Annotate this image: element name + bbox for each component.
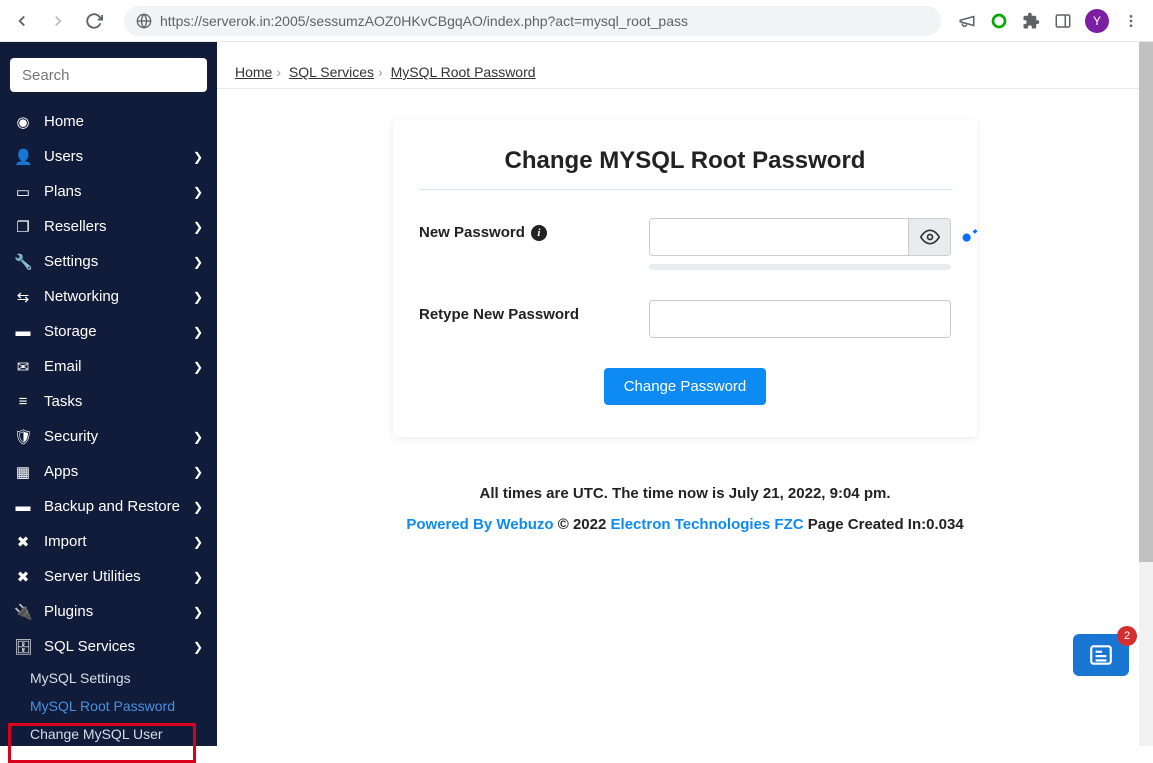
eye-icon — [920, 227, 940, 247]
chevron-right-icon: ❯ — [193, 325, 203, 339]
tools-icon: ✖ — [14, 533, 32, 551]
card-icon: ▭ — [14, 183, 32, 201]
generate-key-icon[interactable] — [961, 226, 979, 249]
divider — [419, 189, 951, 190]
chevron-right-icon: ❯ — [193, 640, 203, 654]
news-float-button[interactable]: 2 — [1073, 634, 1129, 676]
search-input[interactable] — [10, 58, 207, 92]
database-icon: 🗄 — [14, 638, 32, 656]
plug-icon: 🔌 — [14, 603, 32, 621]
nav-networking[interactable]: ⇆Networking❯ — [0, 279, 217, 314]
card-title: Change MYSQL Root Password — [419, 147, 951, 175]
nav-tasks[interactable]: ≡Tasks — [0, 384, 217, 419]
sub-change-mysql-user[interactable]: Change MySQL User — [0, 720, 217, 748]
reload-button[interactable] — [80, 7, 108, 35]
password-card: Change MYSQL Root Password New Password … — [393, 119, 977, 437]
globe-icon — [136, 13, 152, 29]
stack-icon: ❐ — [14, 218, 32, 236]
chevron-right-icon: ❯ — [193, 220, 203, 234]
backup-icon: ▬ — [14, 498, 32, 515]
info-icon[interactable]: i — [531, 225, 547, 241]
nav-plans[interactable]: ▭Plans❯ — [0, 174, 217, 209]
breadcrumb-home[interactable]: Home — [235, 64, 272, 80]
retype-password-label: Retype New Password — [419, 300, 649, 323]
nav-apps[interactable]: ▦Apps❯ — [0, 454, 217, 489]
nav-import[interactable]: ✖Import❯ — [0, 524, 217, 559]
nav-backup[interactable]: ▬Backup and Restore❯ — [0, 489, 217, 524]
tools-icon: ✖ — [14, 568, 32, 586]
announce-icon[interactable] — [957, 11, 977, 31]
new-password-input[interactable] — [649, 218, 909, 256]
mail-icon: ✉ — [14, 358, 32, 376]
chevron-right-icon: ❯ — [193, 185, 203, 199]
chevron-right-icon: ❯ — [193, 605, 203, 619]
change-password-button[interactable]: Change Password — [604, 368, 767, 405]
circle-ext-icon[interactable] — [989, 11, 1009, 31]
breadcrumb-current[interactable]: MySQL Root Password — [391, 64, 536, 80]
sub-mysql-settings[interactable]: MySQL Settings — [0, 664, 217, 692]
sidebar: ◉Home 👤Users❯ ▭Plans❯ ❐Resellers❯ 🔧Setti… — [0, 42, 217, 746]
nav-plugins[interactable]: 🔌Plugins❯ — [0, 594, 217, 629]
time-text: All times are UTC. The time now is July … — [406, 485, 963, 502]
password-strength-bar — [649, 264, 951, 270]
chevron-right-icon: ❯ — [193, 255, 203, 269]
profile-avatar[interactable]: Y — [1085, 9, 1109, 33]
chevron-right-icon: ❯ — [193, 430, 203, 444]
breadcrumb-sql[interactable]: SQL Services — [289, 64, 374, 80]
chevron-right-icon: ❯ — [193, 500, 203, 514]
nav-sql[interactable]: 🗄SQL Services❯ — [0, 629, 217, 664]
retype-password-input[interactable] — [649, 300, 951, 338]
extensions-icon[interactable] — [1021, 11, 1041, 31]
footer: All times are UTC. The time now is July … — [406, 485, 963, 547]
news-icon — [1088, 642, 1114, 668]
nav-settings[interactable]: 🔧Settings❯ — [0, 244, 217, 279]
network-icon: ⇆ — [14, 288, 32, 306]
main-content: Home› SQL Services› MySQL Root Password … — [217, 42, 1153, 746]
sub-mysql-root-password[interactable]: MySQL Root Password — [0, 692, 217, 720]
url-text: https://serverok.in:2005/sessumzAOZ0HKvC… — [160, 13, 929, 29]
wrench-icon: 🔧 — [14, 253, 32, 271]
panel-icon[interactable] — [1053, 11, 1073, 31]
nav-resellers[interactable]: ❐Resellers❯ — [0, 209, 217, 244]
nav-email[interactable]: ✉Email❯ — [0, 349, 217, 384]
company-link[interactable]: Electron Technologies FZC — [611, 516, 804, 533]
notification-badge: 2 — [1117, 626, 1137, 646]
powered-by-link[interactable]: Powered By Webuzo — [406, 516, 553, 533]
scrollbar-thumb[interactable] — [1139, 42, 1153, 562]
chevron-right-icon: ❯ — [193, 465, 203, 479]
nav-home[interactable]: ◉Home — [0, 104, 217, 139]
chevron-right-icon: ❯ — [193, 150, 203, 164]
forward-button[interactable] — [44, 7, 72, 35]
address-bar[interactable]: https://serverok.in:2005/sessumzAOZ0HKvC… — [124, 6, 941, 36]
back-button[interactable] — [8, 7, 36, 35]
toggle-visibility-button[interactable] — [909, 218, 951, 256]
nav-storage[interactable]: ▬Storage❯ — [0, 314, 217, 349]
list-icon: ≡ — [14, 393, 32, 410]
chevron-right-icon: ❯ — [193, 535, 203, 549]
dashboard-icon: ◉ — [14, 113, 32, 131]
nav-list: ◉Home 👤Users❯ ▭Plans❯ ❐Resellers❯ 🔧Setti… — [0, 104, 217, 748]
user-icon: 👤 — [14, 148, 32, 166]
grid-icon: ▦ — [14, 463, 32, 481]
drive-icon: ▬ — [14, 323, 32, 340]
menu-icon[interactable] — [1121, 11, 1141, 31]
sidebar-search — [10, 58, 207, 92]
chevron-right-icon: ❯ — [193, 290, 203, 304]
scrollbar[interactable] — [1139, 42, 1153, 746]
chevron-right-icon: ❯ — [193, 360, 203, 374]
extension-icons: Y — [957, 9, 1145, 33]
chevron-right-icon: ❯ — [193, 570, 203, 584]
shield-icon: 🛡 — [14, 428, 32, 446]
browser-toolbar: https://serverok.in:2005/sessumzAOZ0HKvC… — [0, 0, 1153, 42]
nav-security[interactable]: 🛡Security❯ — [0, 419, 217, 454]
new-password-label: New Password i — [419, 218, 649, 241]
nav-utilities[interactable]: ✖Server Utilities❯ — [0, 559, 217, 594]
nav-users[interactable]: 👤Users❯ — [0, 139, 217, 174]
breadcrumb: Home› SQL Services› MySQL Root Password — [217, 52, 1153, 89]
